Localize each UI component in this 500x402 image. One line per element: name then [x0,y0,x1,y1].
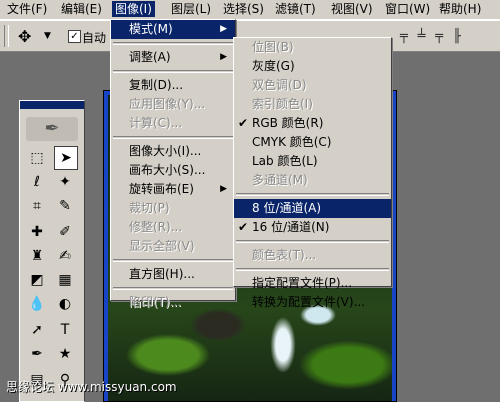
mode-item-grayscale[interactable]: 灰度(G) [234,57,391,76]
healing-brush-icon[interactable]: ✚ [26,221,48,243]
mode-item-8bit[interactable]: 8 位/通道(A) [234,199,391,218]
menu-window[interactable]: 窗口(W) [382,1,433,17]
menu-help[interactable]: 帮助(H) [436,1,484,17]
menu-item-trim: 修整(R)... [129,220,183,234]
path-select-icon[interactable]: ➚ [26,319,48,341]
menu-separator [236,240,389,243]
mode-item-16bit[interactable]: ✔ 16 位/通道(N) [234,218,391,237]
eraser-icon[interactable]: ◩ [26,269,48,291]
move-tool-icon[interactable]: ✥ [18,27,31,46]
menu-item-duplicate[interactable]: 复制(D)... [111,76,235,95]
menu-separator [236,193,389,196]
shape-tool-icon[interactable]: ★ [54,343,76,365]
menu-separator [236,268,389,271]
mode-item-bitmap: 位图(B) [252,40,294,54]
chevron-down-icon[interactable]: ▼ [44,31,51,41]
auto-select-checkbox[interactable]: ✓ [68,30,81,43]
menu-item-trap: 陷印(T)... [129,295,182,309]
pen-tool-icon[interactable]: ✒ [26,343,48,365]
submenu-arrow-icon: ▶ [220,184,227,194]
mode-item-assign-profile[interactable]: 指定配置文件(P)... [234,274,391,293]
history-brush-icon[interactable]: ✍ [54,245,76,267]
submenu-arrow-icon: ▶ [220,52,227,62]
menu-edit[interactable]: 编辑(E) [58,1,105,17]
mode-item-multichannel: 多通道(M) [252,173,308,187]
menu-image[interactable]: 图像(I) [112,1,155,17]
gradient-icon[interactable]: ▦ [54,269,76,291]
mode-item-lab[interactable]: Lab 颜色(L) [234,152,391,171]
menu-item-apply-image: 应用图像(Y)... [129,97,206,111]
menu-item-rotate-canvas[interactable]: 旋转画布(E) ▶ [111,180,235,199]
auto-select-label: 自动 [82,31,107,45]
mode-item-color-table: 颜色表(T)... [252,248,317,262]
toolbox-titlebar[interactable] [20,101,84,109]
move-tool-icon[interactable]: ➤ [54,146,78,170]
mode-item-cmyk[interactable]: CMYK 颜色(C) [234,133,391,152]
mode-item-rgb[interactable]: ✔ RGB 颜色(R) [234,114,391,133]
image-menu-dropdown: 模式(M) ▶ 调整(A) ▶ 复制(D)... 应用图像(Y)... 计算(C).… [110,19,236,309]
menu-separator [113,70,233,73]
menu-separator [113,136,233,139]
mode-item-duotone: 双色调(D) [252,78,307,92]
menu-item-histogram[interactable]: 直方图(H)... [111,265,235,284]
mode-item-convert-profile[interactable]: 转换为配置文件(V)... [234,293,391,312]
align-buttons[interactable]: ╤ ╧ ╤ ╟ [400,29,462,44]
mode-submenu: 位图(B) 灰度(G) 双色调(D) 索引颜色(I) ✔ RGB 颜色(R) CM… [233,37,392,309]
checkmark-icon: ✔ [238,220,249,234]
menu-item-mode[interactable]: 模式(M) ▶ [111,20,235,39]
menu-file[interactable]: 文件(F) [4,1,50,17]
dodge-icon[interactable]: ◐ [54,293,76,315]
brush-tool-icon[interactable]: ✐ [54,221,76,243]
magic-wand-icon[interactable]: ✦ [54,171,76,193]
menu-item-canvas-size[interactable]: 画布大小(S)... [111,161,235,180]
menu-bar: 文件(F) 编辑(E) 图像(I) 图层(L) 选择(S) 滤镜(T) 视图(V… [0,0,500,20]
clone-stamp-icon[interactable]: ♜ [26,245,48,267]
submenu-arrow-icon: ▶ [220,24,227,34]
menu-item-calculations: 计算(C)... [129,116,183,130]
menu-view[interactable]: 视图(V) [328,1,376,17]
menu-separator [113,259,233,262]
blur-icon[interactable]: 💧 [26,293,48,315]
menu-filter[interactable]: 滤镜(T) [272,1,319,17]
checkmark-icon: ✔ [238,116,249,130]
type-tool-icon[interactable]: T [54,319,76,341]
marquee-tool-icon[interactable]: ⬚ [26,147,48,169]
watermark-text: 思缘论坛 www.missyuan.com [6,380,177,394]
menu-item-adjust[interactable]: 调整(A) ▶ [111,48,235,67]
menu-item-reveal-all: 显示全部(V) [129,239,195,253]
menu-layer[interactable]: 图层(L) [168,1,214,17]
menu-separator [113,287,233,290]
menu-select[interactable]: 选择(S) [220,1,267,17]
toolbar-grip[interactable] [4,25,9,47]
mode-item-indexed: 索引颜色(I) [252,97,313,111]
menu-item-crop: 裁切(P) [129,201,170,215]
crop-tool-icon[interactable]: ⌗ [26,195,48,217]
slice-tool-icon[interactable]: ✎ [54,195,76,217]
lasso-tool-icon[interactable]: ℓ [26,171,48,193]
menu-separator [113,42,233,45]
feather-logo-icon[interactable]: ✒ [26,117,78,141]
toolbox: ✒ ⬚ ➤ ℓ ✦ ⌗ ✎ ✚ ✐ ♜ ✍ ◩ ▦ 💧 ◐ ➚ T ✒ ★ ▤ … [19,100,85,402]
menu-item-image-size[interactable]: 图像大小(I)... [111,142,235,161]
